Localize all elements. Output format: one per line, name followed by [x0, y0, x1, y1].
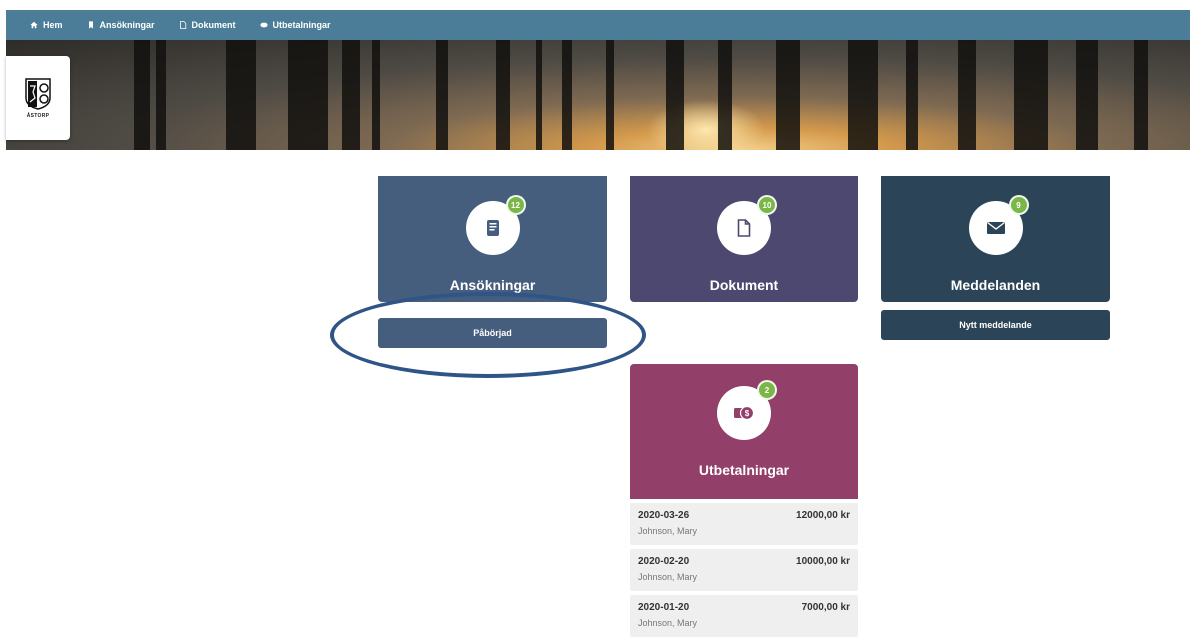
count-badge: 10 — [757, 195, 777, 215]
new-message-button[interactable]: Nytt meddelande — [881, 310, 1110, 340]
card-title: Meddelanden — [950, 277, 1041, 293]
card-icon-circle: 12 — [465, 195, 526, 255]
tree-trunk — [776, 40, 800, 150]
form-icon — [486, 220, 499, 236]
tree-trunk — [718, 40, 732, 150]
coat-of-arms-icon — [25, 77, 51, 110]
card-title: Dokument — [709, 277, 779, 293]
nav-item-dokument[interactable]: Dokument — [179, 20, 236, 30]
nav-item-utbetalningar[interactable]: Utbetalningar — [259, 20, 331, 30]
paborjad-button[interactable]: Påbörjad — [378, 318, 607, 348]
tree-trunk — [848, 40, 878, 150]
municipality-logo[interactable]: ÅSTORP — [6, 56, 70, 140]
payment-amount: 10000,00 kr — [796, 556, 850, 567]
nav-label: Utbetalningar — [272, 20, 331, 30]
top-navigation: Hem Ansökningar Dokument Utbetalningar — [6, 10, 1190, 40]
tree-trunk — [436, 40, 448, 150]
tree-trunk — [906, 40, 918, 150]
tree-trunk — [288, 40, 328, 150]
nav-label: Dokument — [191, 20, 236, 30]
card-meddelanden[interactable]: 9 Meddelanden — [881, 176, 1110, 302]
tree-trunk — [496, 40, 510, 150]
count-badge: 2 — [757, 380, 777, 400]
sunlight-glow — [646, 100, 766, 150]
payment-row-header: 2020-02-20 10000,00 kr — [638, 556, 850, 567]
tree-trunk — [1014, 40, 1048, 150]
logo-text: ÅSTORP — [26, 112, 50, 119]
nav-label: Hem — [43, 20, 63, 30]
card-utbetalningar[interactable]: $ 2 Utbetalningar — [630, 364, 858, 499]
payment-recipient: Johnson, Mary — [638, 618, 698, 628]
tree-trunk — [536, 40, 542, 150]
payment-date: 2020-01-20 — [638, 602, 690, 613]
payment-row[interactable]: 2020-02-20 10000,00 kr Johnson, Mary — [630, 549, 858, 591]
count-badge: 9 — [1008, 195, 1029, 215]
payment-date: 2020-03-26 — [638, 510, 690, 521]
card-title: Utbetalningar — [698, 462, 790, 478]
tree-trunk — [342, 40, 360, 150]
money-icon: $ — [734, 405, 755, 421]
nav-item-ansokningar[interactable]: Ansökningar — [87, 20, 155, 30]
tree-trunk — [1134, 40, 1148, 150]
tree-trunk — [606, 40, 614, 150]
tree-trunk — [562, 40, 572, 150]
nav-item-hem[interactable]: Hem — [30, 20, 63, 30]
document-icon — [179, 21, 186, 29]
document-icon — [737, 219, 751, 237]
card-ansokningar[interactable]: 12 Ansökningar — [378, 176, 607, 302]
payment-row-header: 2020-01-20 7000,00 kr — [638, 602, 850, 613]
card-icon-circle: $ 2 — [717, 380, 777, 440]
tree-trunk — [958, 40, 976, 150]
payment-amount: 7000,00 kr — [801, 602, 850, 613]
payment-date: 2020-02-20 — [638, 556, 690, 567]
payment-recipient: Johnson, Mary — [638, 572, 698, 582]
payment-amount: 12000,00 kr — [796, 510, 850, 521]
money-icon — [259, 22, 268, 28]
payments-list: 2020-03-26 12000,00 kr Johnson, Mary 202… — [630, 503, 858, 641]
bookmark-icon — [88, 21, 93, 29]
card-title: Ansökningar — [449, 277, 536, 293]
count-badge: 12 — [505, 195, 526, 215]
page: Hem Ansökningar Dokument Utbetalningar Å… — [0, 0, 1190, 644]
payment-recipient: Johnson, Mary — [638, 526, 698, 536]
hero-banner-forest-image — [6, 40, 1190, 150]
tree-trunk — [1076, 40, 1098, 150]
card-icon-circle: 9 — [968, 195, 1029, 255]
payment-row[interactable]: 2020-01-20 7000,00 kr Johnson, Mary — [630, 595, 858, 637]
tree-trunk — [666, 40, 684, 150]
home-icon — [30, 21, 38, 29]
nav-label: Ansökningar — [99, 20, 155, 30]
payment-row-header: 2020-03-26 12000,00 kr — [638, 510, 850, 521]
tree-trunk — [372, 40, 380, 150]
card-icon-circle: 10 — [717, 195, 777, 255]
card-dokument[interactable]: 10 Dokument — [630, 176, 858, 302]
tree-trunk — [226, 40, 256, 150]
svg-text:$: $ — [745, 409, 750, 418]
tree-trunk — [134, 40, 150, 150]
envelope-icon — [986, 221, 1005, 234]
payment-row[interactable]: 2020-03-26 12000,00 kr Johnson, Mary — [630, 503, 858, 545]
tree-trunk — [156, 40, 166, 150]
